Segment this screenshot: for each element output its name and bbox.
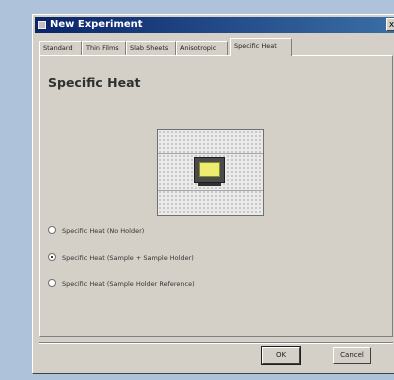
tab-strip: Standard Thin Films Slab Sheets Anisotro… [39, 38, 394, 56]
sample-holder-icon [194, 157, 225, 183]
sample-icon [199, 162, 220, 177]
close-button[interactable]: x [386, 18, 394, 31]
option-label: Specific Heat (Sample + Sample Holder) [62, 254, 194, 262]
sample-holder-diagram [157, 129, 264, 216]
option-sample-plus-holder[interactable]: Specific Heat (Sample + Sample Holder) [48, 252, 194, 264]
cancel-button[interactable]: Cancel [333, 347, 371, 364]
tab-specific-heat[interactable]: Specific Heat [230, 38, 292, 56]
tab-slab-sheets[interactable]: Slab Sheets [126, 41, 176, 55]
option-label: Specific Heat (No Holder) [62, 227, 145, 235]
title-bar[interactable]: New Experiment x [35, 17, 394, 33]
window-icon [38, 21, 46, 29]
diagram-lower-rule [158, 190, 263, 191]
radio-button-selected[interactable] [48, 253, 56, 261]
new-experiment-dialog: New Experiment x Standard Thin Films Sla… [32, 14, 394, 374]
button-separator [39, 342, 393, 344]
tab-anisotropic[interactable]: Anisotropic [176, 41, 228, 55]
ok-button[interactable]: OK [261, 346, 301, 365]
option-no-holder[interactable]: Specific Heat (No Holder) [48, 225, 144, 237]
radio-button[interactable] [48, 279, 56, 287]
window-title: New Experiment [50, 19, 143, 30]
panel-heading: Specific Heat [48, 75, 141, 90]
holder-base [198, 183, 221, 186]
tab-thin-films[interactable]: Thin Films [82, 41, 126, 55]
option-holder-reference[interactable]: Specific Heat (Sample Holder Reference) [48, 278, 195, 290]
tab-standard[interactable]: Standard [39, 41, 82, 55]
radio-button[interactable] [48, 226, 56, 234]
specific-heat-panel: Specific Heat Specific Heat (No Holder) … [39, 55, 393, 337]
diagram-upper-rule [158, 153, 263, 154]
option-label: Specific Heat (Sample Holder Reference) [62, 280, 195, 288]
